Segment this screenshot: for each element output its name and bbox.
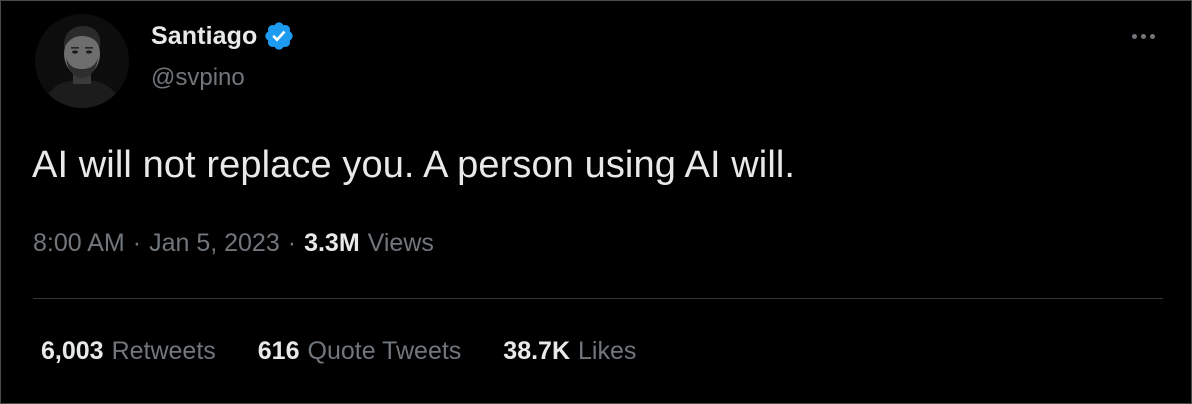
views-label: Views [367,229,434,257]
meta-separator: · [287,229,297,257]
engagement-stats: 6,003 Retweets 616 Quote Tweets 38.7K Li… [41,337,678,366]
tweet-meta: 8:00 AM · Jan 5, 2023 · 3.3M Views [33,229,434,258]
handle[interactable]: @svpino [151,64,295,92]
quote-tweets-count: 616 [257,337,300,365]
more-horizontal-icon [1140,33,1146,39]
name-row: Santiago [151,20,295,52]
divider [33,298,1163,299]
views-count: 3.3M [304,229,360,257]
meta-separator: · [132,229,142,257]
author-block: Santiago @svpino [151,20,295,92]
more-horizontal-icon [1131,33,1137,39]
avatar[interactable] [35,14,129,108]
tweet-date[interactable]: Jan 5, 2023 [149,229,280,258]
verified-badge-icon [263,20,295,52]
display-name[interactable]: Santiago [151,22,257,51]
retweets-label: Retweets [111,337,216,365]
tweet-card: Santiago @svpino AI will not replace you… [0,0,1192,404]
quote-tweets-label: Quote Tweets [307,337,462,365]
likes-count: 38.7K [503,337,571,365]
retweets-stat[interactable]: 6,003 Retweets [41,337,216,366]
profile-photo-icon [35,14,129,108]
likes-stat[interactable]: 38.7K Likes [503,337,636,366]
tweet-time[interactable]: 8:00 AM [33,229,125,258]
quote-tweets-stat[interactable]: 616 Quote Tweets [258,337,462,366]
likes-label: Likes [578,337,637,365]
retweets-count: 6,003 [41,337,104,365]
more-horizontal-icon [1149,33,1155,39]
more-options-button[interactable] [1125,21,1161,51]
tweet-text: AI will not replace you. A person using … [32,144,796,186]
